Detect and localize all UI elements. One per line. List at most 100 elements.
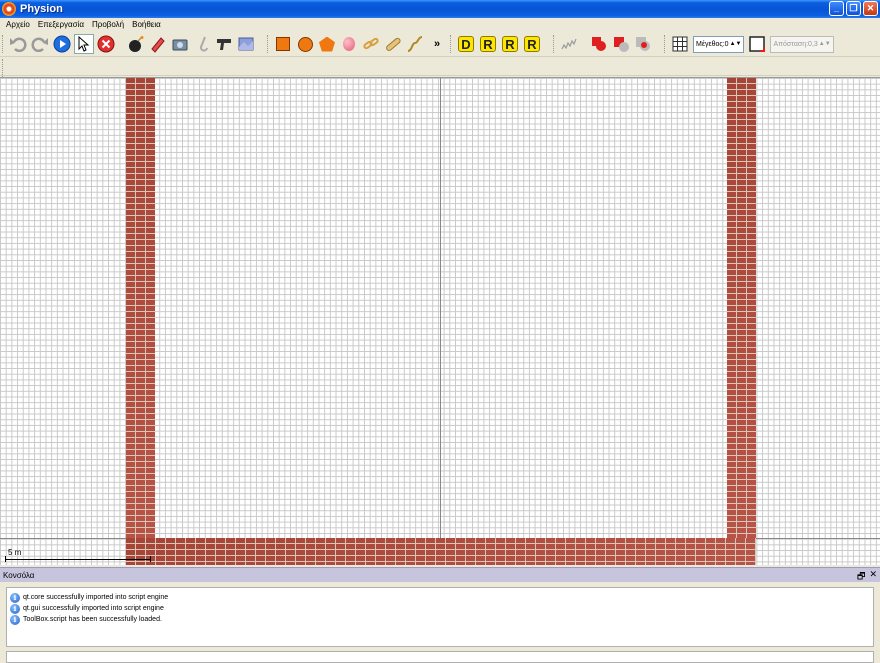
log-line: i ToolBox.script has been successfully l… bbox=[10, 614, 870, 625]
more-tools-button[interactable]: » bbox=[427, 34, 447, 54]
texture-icon bbox=[238, 37, 254, 51]
dynamic-pu-button[interactable]: R bbox=[522, 34, 542, 54]
redo-button[interactable] bbox=[30, 34, 50, 54]
toolbar-grip-shapes[interactable] bbox=[267, 35, 270, 53]
scale-label: 5 m bbox=[8, 548, 22, 557]
snap-frame-icon bbox=[749, 36, 766, 52]
restore-button[interactable]: ❐ bbox=[846, 1, 861, 16]
menu-edit[interactable]: Επεξεργασία bbox=[34, 18, 88, 32]
dock-close-button[interactable]: ✕ bbox=[869, 569, 877, 585]
balloon-tool-button[interactable] bbox=[339, 34, 359, 54]
menu-help[interactable]: Βοήθεια bbox=[128, 18, 165, 32]
spring-icon bbox=[561, 38, 577, 50]
snap-distance-spinner[interactable]: Απόσταση:0,3 ▲▼ bbox=[770, 35, 834, 53]
intersection-icon bbox=[636, 37, 650, 51]
union-button[interactable] bbox=[589, 34, 609, 54]
log-line: i qt.core successfully imported into scr… bbox=[10, 592, 870, 603]
bomb-icon bbox=[129, 36, 144, 52]
brick-wall-right[interactable] bbox=[727, 78, 756, 538]
overflow-chevron-icon: » bbox=[433, 38, 441, 50]
log-message: qt.gui successfully imported into script… bbox=[23, 605, 164, 612]
letter-r-icon: R bbox=[480, 36, 496, 52]
bandage-icon bbox=[386, 37, 401, 51]
bandage-tool-button[interactable] bbox=[383, 34, 403, 54]
curve-tool-button[interactable] bbox=[405, 34, 425, 54]
grid-toggle-button[interactable] bbox=[670, 34, 690, 54]
eraser-tool-button[interactable] bbox=[148, 34, 168, 54]
pentagon-icon bbox=[319, 36, 335, 52]
info-icon: i bbox=[10, 603, 20, 614]
redo-icon bbox=[31, 37, 48, 52]
square-icon bbox=[276, 37, 290, 51]
dynamic-d-button[interactable]: D bbox=[456, 34, 476, 54]
gun-tool-button[interactable] bbox=[214, 34, 234, 54]
toolbar-grip[interactable] bbox=[2, 35, 5, 53]
scene-canvas[interactable]: 5 m bbox=[0, 77, 880, 565]
secondary-toolbar bbox=[0, 58, 880, 77]
brick-floor[interactable] bbox=[126, 538, 756, 565]
scale-bar: 5 m bbox=[5, 548, 151, 562]
physion-logo-icon bbox=[2, 2, 16, 16]
difference-icon bbox=[614, 37, 629, 52]
snap-distance-label: Απόσταση:0,3 bbox=[773, 40, 818, 48]
letter-pr-icon: R bbox=[502, 36, 518, 52]
window-title: Physion bbox=[20, 3, 63, 15]
play-simulation-button[interactable] bbox=[52, 34, 72, 54]
camera-tool-button[interactable] bbox=[170, 34, 190, 54]
cursor-arrow-icon bbox=[78, 36, 90, 52]
rope-tool-button[interactable] bbox=[192, 34, 212, 54]
minimize-button[interactable]: _ bbox=[829, 1, 844, 16]
close-window-button[interactable]: ✕ bbox=[863, 1, 878, 16]
rectangle-tool-button[interactable] bbox=[273, 34, 293, 54]
toolbar-grip[interactable] bbox=[2, 59, 5, 77]
chain-icon bbox=[363, 37, 379, 50]
brick-wall-left[interactable] bbox=[126, 78, 155, 538]
circle-tool-button[interactable] bbox=[295, 34, 315, 54]
difference-button[interactable] bbox=[611, 34, 631, 54]
undo-icon bbox=[10, 37, 27, 52]
toolbar-grip-joints[interactable] bbox=[553, 35, 556, 53]
gun-icon bbox=[217, 39, 231, 50]
play-icon bbox=[53, 35, 71, 53]
bomb-tool-button[interactable] bbox=[126, 34, 146, 54]
circle-icon bbox=[297, 36, 313, 52]
main-toolbar: » D R R R Μέγεθος:0 ▲▼ Απόσταση:0,3 ▲▼ bbox=[0, 32, 880, 57]
intersection-button[interactable] bbox=[633, 34, 653, 54]
toolbar-grip-grid[interactable] bbox=[664, 35, 667, 53]
y-axis-line bbox=[440, 78, 441, 565]
chain-tool-button[interactable] bbox=[361, 34, 381, 54]
delete-button[interactable] bbox=[96, 34, 116, 54]
undo-button[interactable] bbox=[8, 34, 28, 54]
console-input[interactable] bbox=[6, 651, 874, 663]
dynamic-pr-button[interactable]: R bbox=[500, 34, 520, 54]
letter-d-icon: D bbox=[458, 36, 474, 52]
log-message: qt.core successfully imported into scrip… bbox=[23, 594, 169, 601]
info-icon: i bbox=[10, 614, 20, 625]
grid-size-label: Μέγεθος:0 bbox=[696, 40, 729, 48]
delete-icon bbox=[97, 35, 115, 53]
menu-bar: Αρχείο Επεξεργασία Προβολή Βοήθεια bbox=[0, 18, 880, 32]
grid-size-spinner[interactable]: Μέγεθος:0 ▲▼ bbox=[693, 35, 745, 53]
spinner-arrows-icon[interactable]: ▲▼ bbox=[819, 41, 831, 48]
dock-float-button[interactable]: 🗗 bbox=[857, 569, 865, 585]
physion-window: Physion _ ❐ ✕ Αρχείο Επεξεργασία Προβολή… bbox=[0, 0, 880, 663]
grid-icon bbox=[672, 36, 688, 52]
menu-file[interactable]: Αρχείο bbox=[2, 18, 34, 32]
toolbar-grip-dynamics[interactable] bbox=[450, 35, 453, 53]
polygon-tool-button[interactable] bbox=[317, 34, 337, 54]
dynamic-r-button[interactable]: R bbox=[478, 34, 498, 54]
camera-icon bbox=[172, 39, 188, 51]
menu-view[interactable]: Προβολή bbox=[88, 18, 128, 32]
letter-pu-icon: R bbox=[524, 36, 540, 52]
console-title: Κονσόλα bbox=[3, 570, 35, 580]
select-tool-button[interactable] bbox=[74, 34, 94, 54]
spinner-arrows-icon[interactable]: ▲▼ bbox=[730, 41, 742, 48]
eraser-icon bbox=[151, 37, 165, 53]
balloon-icon bbox=[343, 37, 355, 51]
log-message: ToolBox.script has been successfully loa… bbox=[23, 616, 162, 623]
snap-toggle-button[interactable] bbox=[747, 34, 767, 54]
texture-tool-button[interactable] bbox=[236, 34, 256, 54]
console-output[interactable]: i qt.core successfully imported into scr… bbox=[6, 587, 874, 647]
console-dock-header: Κονσόλα 🗗 ✕ bbox=[0, 567, 880, 582]
spring-tool-button[interactable] bbox=[559, 34, 579, 54]
